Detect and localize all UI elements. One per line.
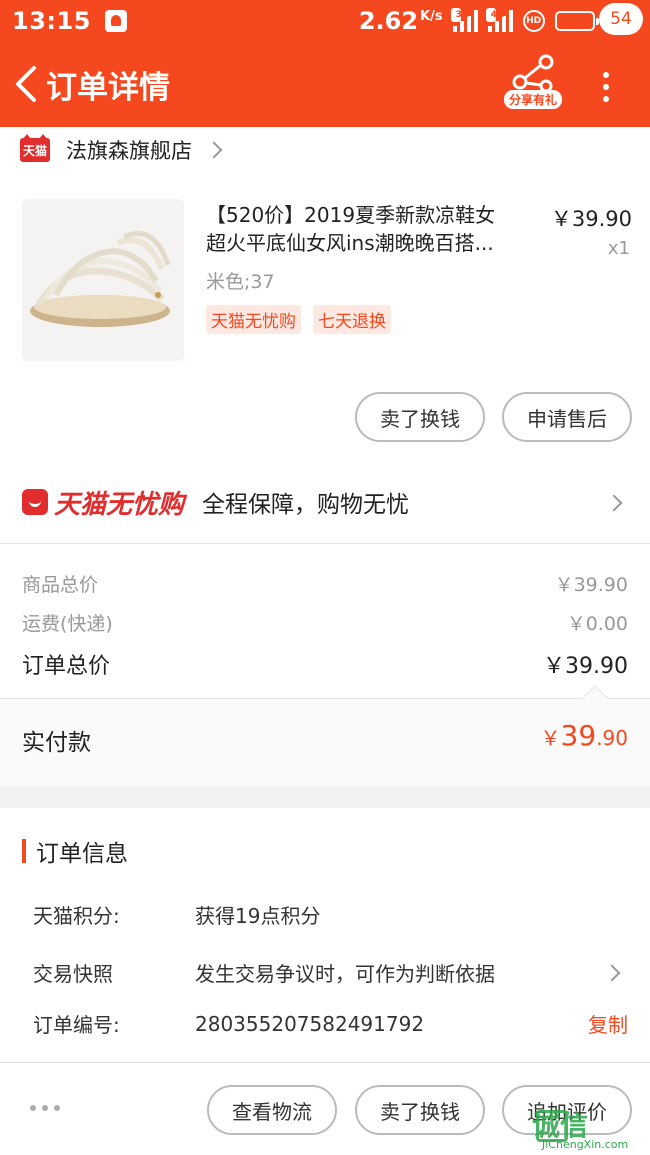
assurance-text: 全程保障，购物无忧	[202, 492, 410, 518]
paid-label: 实付款	[22, 730, 91, 756]
signal-4g-label: 4G	[485, 8, 504, 22]
store-link[interactable]: 天猫 法旗森旗舰店	[20, 134, 223, 165]
status-time: 13:15	[12, 7, 91, 35]
view-logistics-button[interactable]: 查看物流	[207, 1085, 337, 1135]
shipping-row: 运费(快递) ￥0.00	[22, 609, 628, 636]
paid-value: ￥39.90	[541, 719, 628, 752]
order-item-card: 天猫 法旗森旗舰店 【520价】2019夏季新款凉鞋女 超火平底仙女风ins潮晚…	[0, 127, 650, 587]
page-title: 订单详情	[46, 70, 170, 106]
product-image[interactable]	[22, 199, 184, 361]
order-total-value: ￥39.90	[543, 654, 628, 679]
section-title-text: 订单信息	[36, 841, 128, 867]
paid-integer: 39	[560, 719, 597, 752]
battery-icon	[554, 11, 599, 31]
sell-for-cash-button[interactable]: 卖了换钱	[355, 392, 485, 442]
shipping-label: 运费(快递)	[22, 613, 113, 635]
store-name: 法旗森旗舰店	[66, 139, 192, 163]
signal-3g-label: 3G	[450, 8, 469, 22]
paid-amount-row: 实付款 ￥39.90	[0, 685, 650, 786]
more-actions-icon[interactable]	[30, 1105, 60, 1111]
share-icon	[512, 54, 554, 93]
signal-4g-icon: 4G	[485, 8, 513, 32]
section-accent-bar	[22, 839, 26, 863]
service-tags: 天猫无忧购 七天退换	[206, 305, 391, 334]
product-price: ￥39.90	[550, 207, 632, 231]
notification-icon	[104, 10, 127, 32]
signal-3g-icon: 3G	[450, 8, 478, 32]
goods-total-row: 商品总价 ￥39.90	[22, 570, 628, 597]
section-title: 订单信息	[22, 834, 128, 868]
order-number-label: 订单编号:	[33, 1013, 120, 1037]
network-speed-value: 2.62	[358, 7, 419, 35]
product-sku: 米色;37	[206, 271, 275, 293]
order-number-row: 订单编号: 280355207582491792 复制	[33, 1009, 628, 1038]
product-quantity: x1	[607, 238, 630, 259]
service-tag: 七天退换	[313, 305, 391, 334]
order-total-row: 订单总价 ￥39.90	[22, 648, 628, 680]
message-badge[interactable]: 54	[599, 3, 643, 35]
price-summary: 商品总价 ￥39.90 运费(快递) ￥0.00 订单总价 ￥39.90	[0, 543, 650, 698]
header: 订单详情 分享有礼	[0, 42, 650, 127]
sandal-image	[22, 199, 184, 361]
sell-for-cash-button[interactable]: 卖了换钱	[355, 1085, 485, 1135]
snapshot-label: 交易快照	[33, 962, 113, 986]
network-speed: 2.62 K/s	[359, 7, 443, 35]
share-label: 分享有礼	[503, 90, 562, 109]
order-info-section: 订单信息 天猫积分: 获得19点积分 交易快照 发生交易争议时，可作为判断依据 …	[0, 808, 650, 1068]
copy-button[interactable]: 复制	[588, 1009, 628, 1038]
product-title-line1: 【520价】2019夏季新款凉鞋女	[206, 203, 496, 227]
points-row: 天猫积分: 获得19点积分	[33, 900, 628, 929]
service-tag: 天猫无忧购	[206, 305, 301, 334]
tmall-logo-icon: 天猫	[20, 134, 50, 162]
product-title-line2: 超火平底仙女风ins潮晚晚百搭...	[206, 231, 494, 255]
status-right: 2.62K/s 3G 4G HD 39	[359, 7, 638, 35]
order-total-label: 订单总价	[22, 654, 111, 679]
snapshot-row[interactable]: 交易快照 发生交易争议时，可作为判断依据	[33, 958, 628, 987]
watermark-en: JiChengXin.com	[542, 1138, 629, 1151]
chevron-right-icon	[205, 141, 223, 159]
top-bar: 13:15 2.62K/s 3G 4G HD 39 订单详情	[0, 0, 650, 127]
assurance-banner[interactable]: 天猫无忧购 全程保障，购物无忧	[0, 461, 650, 543]
status-bar: 13:15 2.62K/s 3G 4G HD 39	[0, 0, 650, 42]
shipping-value: ￥0.00	[566, 613, 628, 635]
hd-voice-icon: HD	[522, 10, 545, 32]
order-number-value: 280355207582491792	[195, 1011, 425, 1036]
back-arrow-icon[interactable]	[12, 64, 42, 104]
network-speed-unit: K/s	[420, 9, 443, 24]
watermark: 诚信 JiChengXin.com	[532, 1104, 650, 1155]
assurance-brand: 天猫无忧购	[54, 489, 185, 520]
paid-currency: ￥	[540, 726, 561, 750]
snapshot-value: 发生交易争议时，可作为判断依据	[195, 962, 495, 986]
points-label: 天猫积分:	[33, 904, 120, 928]
chevron-right-icon	[605, 494, 623, 512]
more-menu-icon[interactable]	[596, 72, 616, 112]
goods-total-label: 商品总价	[22, 574, 99, 596]
product-title[interactable]: 【520价】2019夏季新款凉鞋女 超火平底仙女风ins潮晚晚百搭...	[206, 201, 536, 257]
chevron-right-icon	[603, 964, 621, 981]
goods-total-value: ￥39.90	[554, 574, 628, 596]
after-sales-button[interactable]: 申请售后	[502, 392, 632, 442]
points-value: 获得19点积分	[195, 904, 321, 928]
paid-decimal: .90	[596, 726, 628, 750]
tmall-assurance-icon	[22, 489, 48, 515]
share-button[interactable]: 分享有礼	[500, 54, 566, 114]
